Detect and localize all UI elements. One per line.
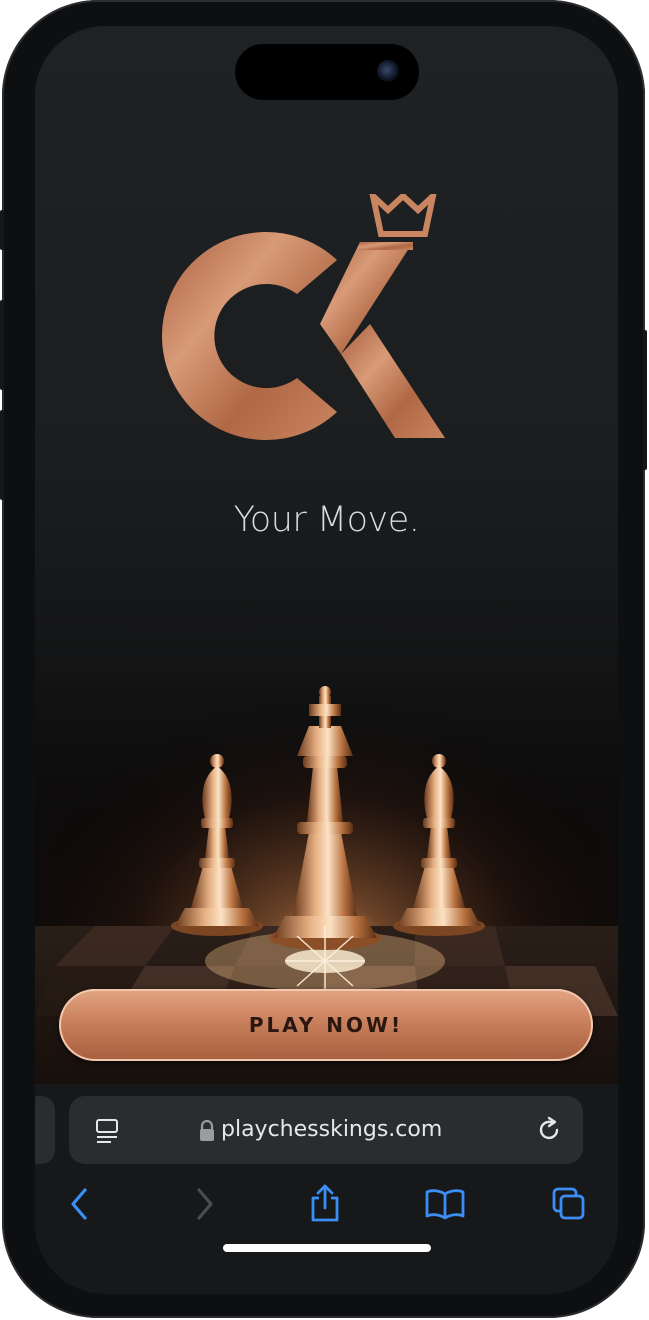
play-now-button[interactable]: PLAY NOW! (59, 989, 593, 1061)
mute-switch (0, 210, 4, 250)
ck-crown-logo (162, 194, 445, 440)
address-bar[interactable]: playchesskings.com (69, 1096, 583, 1164)
volume-up-button (0, 300, 4, 390)
tagline: Your Move. (233, 500, 420, 540)
share-icon[interactable] (307, 1182, 343, 1224)
page-menu-icon[interactable] (95, 1118, 121, 1144)
tabs-icon[interactable] (551, 1186, 587, 1222)
front-camera (377, 60, 399, 82)
reload-icon[interactable] (535, 1116, 563, 1144)
url-text: playchesskings.com (221, 1117, 443, 1142)
back-arrow-icon[interactable] (67, 1186, 91, 1222)
previous-tab-preview[interactable] (35, 1096, 55, 1164)
power-button (643, 330, 647, 470)
browser-bottom-bar: playchesskings.com (35, 1084, 618, 1294)
lock-icon (200, 1120, 214, 1141)
volume-down-button (0, 410, 4, 500)
home-indicator[interactable] (223, 1244, 431, 1252)
phone-frame: Your Move. PLAY NOW! playchesskings.com (0, 0, 647, 1318)
screen: Your Move. PLAY NOW! playchesskings.com (35, 26, 618, 1294)
dynamic-island (235, 44, 419, 100)
forward-arrow-icon[interactable] (193, 1186, 217, 1222)
bookmarks-icon[interactable] (425, 1188, 465, 1220)
